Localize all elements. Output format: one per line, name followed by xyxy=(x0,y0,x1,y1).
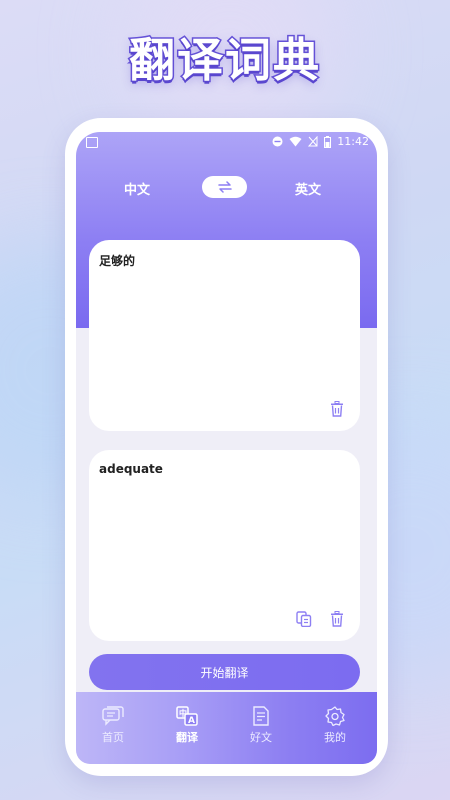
gear-icon xyxy=(325,706,345,726)
target-language[interactable]: 英文 xyxy=(295,179,321,198)
copy-icon xyxy=(296,611,312,627)
app-screen: 11:42 中文 英文 足够的 adequate 开始翻译 首页 中 A 翻译 … xyxy=(76,132,377,764)
svg-text:A: A xyxy=(188,716,195,726)
clear-output-button[interactable] xyxy=(329,610,345,628)
swap-languages-button[interactable] xyxy=(202,176,247,198)
wifi-icon xyxy=(289,136,302,147)
copy-button[interactable] xyxy=(296,610,312,628)
translation-result-card: adequate xyxy=(89,450,360,641)
nav-item-home[interactable]: 首页 xyxy=(83,706,143,745)
translate-icon: 中 A xyxy=(176,706,198,726)
promo-title: 翻译词典 xyxy=(128,32,321,89)
trash-icon xyxy=(331,401,343,417)
document-icon xyxy=(253,706,269,726)
clear-input-button[interactable] xyxy=(329,400,345,418)
status-time: 11:42 xyxy=(337,135,369,148)
source-text[interactable]: 足够的 xyxy=(99,252,135,269)
nav-label-articles: 好文 xyxy=(250,731,272,744)
nav-label-translate: 翻译 xyxy=(176,731,198,744)
source-text-card[interactable]: 足够的 xyxy=(89,240,360,431)
nav-item-profile[interactable]: 我的 xyxy=(305,706,365,745)
signal-off-icon xyxy=(308,136,318,147)
source-language[interactable]: 中文 xyxy=(124,179,150,198)
trash-icon xyxy=(331,611,343,627)
swap-arrows-icon xyxy=(217,181,232,193)
start-translate-button[interactable]: 开始翻译 xyxy=(89,654,360,690)
phone-frame: 11:42 中文 英文 足够的 adequate 开始翻译 首页 中 A 翻译 … xyxy=(65,118,388,776)
status-bar: 11:42 xyxy=(76,132,377,154)
language-selector: 中文 英文 xyxy=(76,176,377,200)
bottom-navigation: 首页 中 A 翻译 好文 我的 xyxy=(76,692,377,764)
translation-text: adequate xyxy=(99,462,163,476)
nav-item-articles[interactable]: 好文 xyxy=(231,706,291,745)
chat-bubbles-icon xyxy=(102,706,124,726)
image-notification-icon xyxy=(86,137,98,148)
nav-item-translate[interactable]: 中 A 翻译 xyxy=(157,706,217,745)
do-not-disturb-icon xyxy=(272,136,283,147)
nav-label-profile: 我的 xyxy=(324,731,346,744)
nav-label-home: 首页 xyxy=(102,731,124,744)
battery-icon xyxy=(324,135,332,148)
